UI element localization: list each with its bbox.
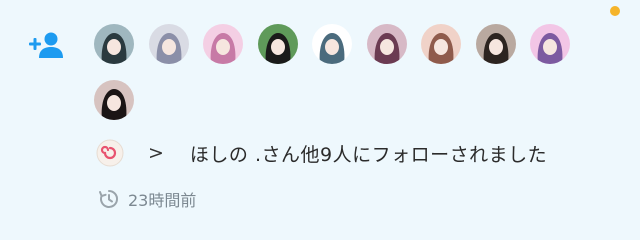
person-add-icon <box>29 32 63 58</box>
avatar-6[interactable] <box>366 24 407 64</box>
avatar-9[interactable] <box>530 24 570 64</box>
notification-message: > ほしの .さん他9人にフォローされました <box>96 138 547 168</box>
naruto-fishcake-emoji <box>96 139 124 167</box>
follow-notification[interactable]: > ほしの .さん他9人にフォローされました 23時間前 <box>0 0 640 240</box>
avatar-7[interactable] <box>421 24 461 64</box>
avatar-3[interactable] <box>203 24 243 64</box>
unread-indicator <box>610 6 620 16</box>
timestamp: 23時間前 <box>98 187 196 211</box>
avatar-10[interactable] <box>94 80 134 120</box>
message-text: ほしの .さん他9人にフォローされました <box>189 143 548 166</box>
avatar-5[interactable] <box>312 24 352 64</box>
clock-history-icon <box>99 190 118 208</box>
avatar-2[interactable] <box>148 24 189 64</box>
time-text: 23時間前 <box>128 191 197 210</box>
avatar-8[interactable] <box>475 24 516 64</box>
separator: > <box>148 142 164 164</box>
avatar-1[interactable] <box>94 24 134 64</box>
avatar-4[interactable] <box>257 24 298 64</box>
